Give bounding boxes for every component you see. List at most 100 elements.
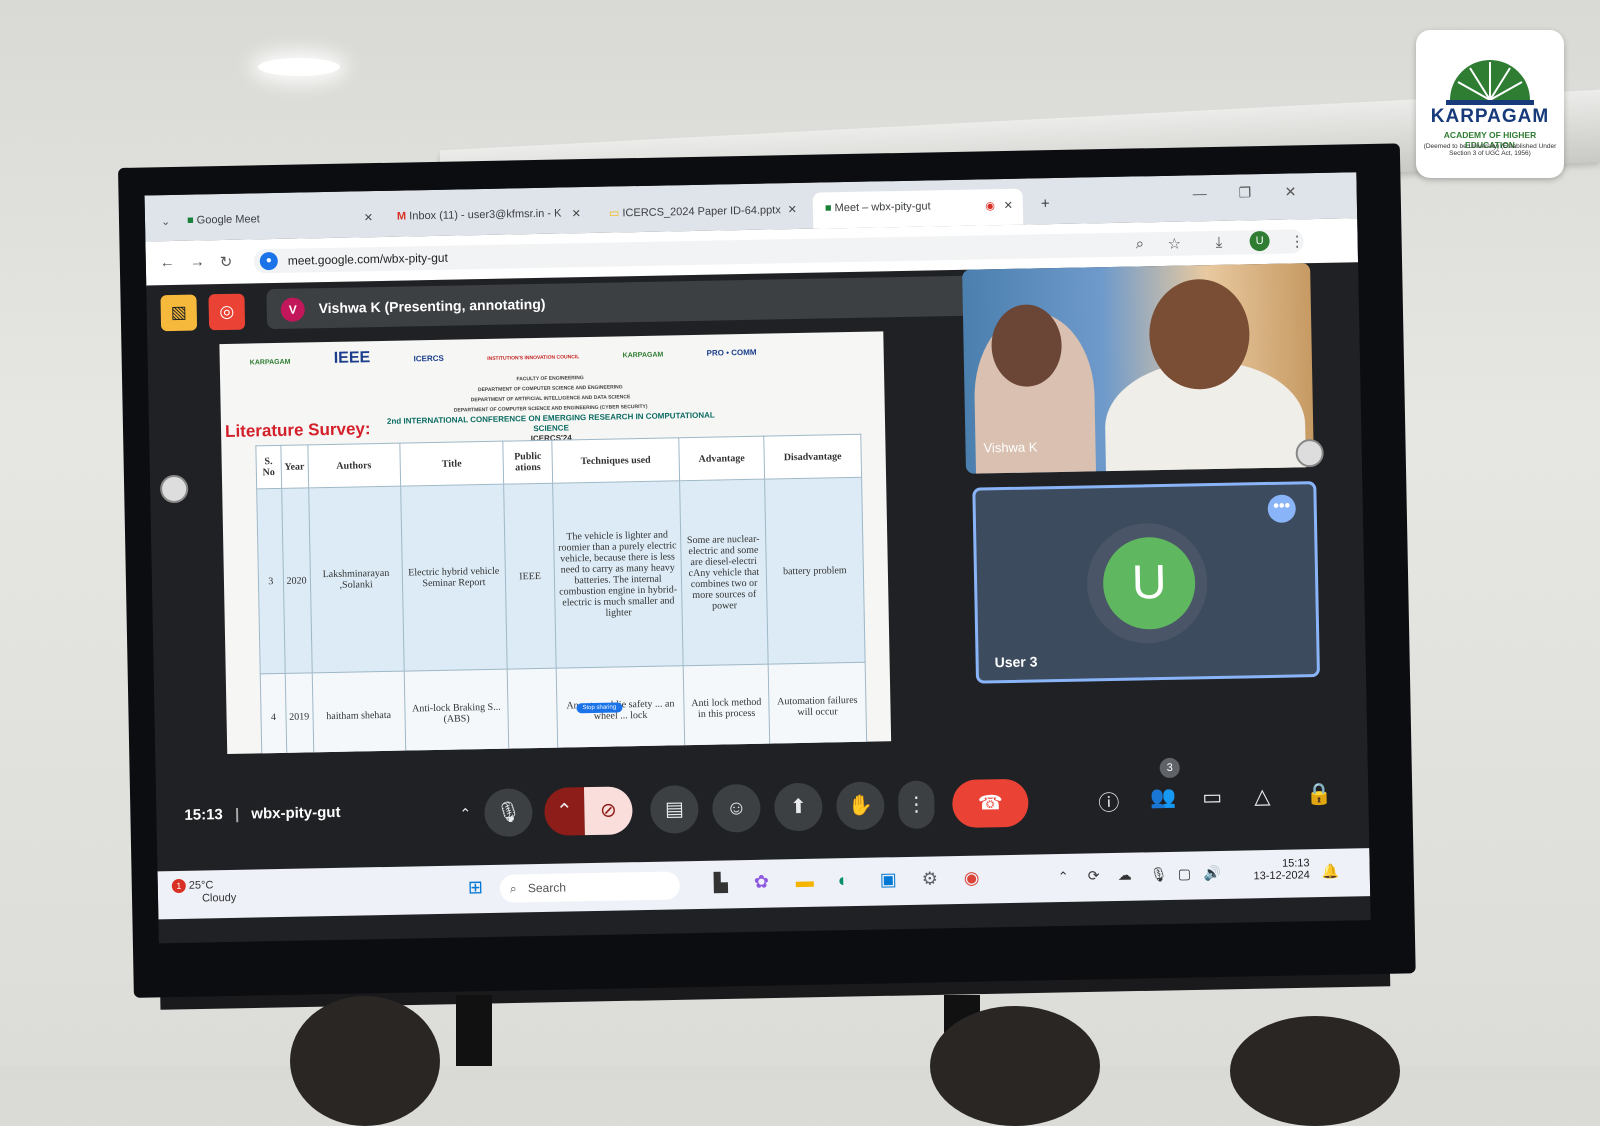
captions-icon: ▤ xyxy=(664,798,685,821)
table-header: Disadvantage xyxy=(763,434,862,480)
tab-meet-active[interactable]: ■ Meet – wbx-pity-gut ◉ ✕ xyxy=(812,188,1024,229)
table-cell: Electric hybrid vehicle Seminar Report xyxy=(400,484,508,672)
minimize-icon[interactable]: — xyxy=(1193,185,1207,201)
table-cell: IEEE xyxy=(503,483,557,670)
weather-widget[interactable]: 1 25°C Cloudy xyxy=(171,878,237,905)
participants-count-badge: 3 xyxy=(1159,757,1180,779)
more-options-icon[interactable]: ••• xyxy=(1267,494,1297,523)
activities-icon[interactable]: △ xyxy=(1254,784,1271,809)
literature-table: S. No Year Authors Title Public ations T… xyxy=(255,434,867,755)
close-tab-icon[interactable]: ✕ xyxy=(788,203,797,216)
raise-hand-button[interactable]: ✋ xyxy=(835,781,885,831)
restore-icon[interactable]: ❐ xyxy=(1239,184,1252,201)
forward-arrow-icon[interactable]: → xyxy=(190,253,205,270)
windows-start-icon[interactable]: ⊞ xyxy=(468,877,483,898)
close-tab-icon[interactable]: ✕ xyxy=(364,211,373,224)
people-icon[interactable]: 👥 xyxy=(1150,786,1177,810)
table-cell: Automation failures will occur xyxy=(768,662,867,752)
meet-icon: ■ xyxy=(186,214,194,227)
network-icon[interactable]: ▢ xyxy=(1178,866,1192,883)
tab-google-meet[interactable]: ■ Google Meet ✕ xyxy=(175,201,384,241)
leave-call-button[interactable]: ☎ xyxy=(951,778,1029,829)
weather-temp: 25°C xyxy=(188,879,214,892)
audience-head xyxy=(290,996,440,1126)
sync-icon[interactable]: ⟳ xyxy=(1088,867,1100,884)
slides-icon: ▭ xyxy=(608,207,620,220)
store-icon[interactable]: ▣ xyxy=(880,869,897,890)
download-icon[interactable]: ⤓ xyxy=(1215,234,1222,251)
file-explorer-icon[interactable]: ▬ xyxy=(796,871,814,892)
edge-icon[interactable]: ◐ xyxy=(838,870,849,891)
slide-logo: KARPAGAM xyxy=(622,351,664,360)
task-view-icon[interactable]: ▙ xyxy=(714,872,728,893)
windows-taskbar: 1 25°C Cloudy ⊞ ⌕ Search ▙ ✿ ▬ ◐ ▣ ⚙ ◉ ⌃… xyxy=(157,848,1371,920)
notification-bell-icon[interactable]: 🔔 xyxy=(1322,863,1340,880)
record-button[interactable]: ◎ xyxy=(208,293,246,331)
mic-in-use-icon[interactable]: ● xyxy=(259,251,278,271)
close-tab-icon[interactable]: ✕ xyxy=(572,207,581,220)
tab-inbox[interactable]: M Inbox (11) - user3@kfmsr.in - K ✕ xyxy=(385,197,592,237)
chat-icon[interactable]: ▭ xyxy=(1202,785,1222,810)
cloud-off-icon[interactable]: ☁ xyxy=(1118,867,1132,884)
slide-prev-handle[interactable] xyxy=(159,474,189,504)
camera-off-button[interactable]: ⊘ xyxy=(583,786,633,836)
table-header: Title xyxy=(399,441,504,487)
end-call-icon: ☎ xyxy=(977,792,1004,815)
slide-next-handle[interactable] xyxy=(1295,438,1324,468)
system-clock[interactable]: 15:13 13-12-2024 xyxy=(1247,857,1310,882)
participant-tile-user3[interactable]: U ••• User 3 xyxy=(972,481,1320,684)
annotate-toggle-icon[interactable]: ▧ xyxy=(160,294,198,332)
reload-icon[interactable]: ↻ xyxy=(220,253,233,271)
captions-button[interactable]: ▤ xyxy=(649,784,699,834)
weather-condition: Cloudy xyxy=(201,891,237,905)
microphone-icon: 🎙 xyxy=(495,801,522,824)
participant-name: User 3 xyxy=(994,653,1038,671)
video-options-chevron-icon[interactable]: ⌃ xyxy=(543,787,585,836)
slide-logo: ICERCS xyxy=(413,353,444,364)
ceiling-light xyxy=(258,58,340,76)
slide-logo: INSTITUTION'S INNOVATION COUNCIL xyxy=(487,354,580,362)
tab-search-chevron-icon[interactable]: ⌄ xyxy=(149,205,174,241)
slide-logo: PRO • COMM xyxy=(706,347,757,358)
taskbar-search[interactable]: ⌕ Search xyxy=(499,871,681,903)
more-vert-icon: ⋮ xyxy=(906,793,927,816)
copilot-icon[interactable]: ✿ xyxy=(754,872,769,893)
reactions-button[interactable]: ☺ xyxy=(711,783,761,833)
karpagam-logo: KARPAGAM ACADEMY OF HIGHER EDUCATION (De… xyxy=(1416,30,1564,178)
stop-sharing-button[interactable]: Stop sharing xyxy=(576,702,623,714)
table-header: Year xyxy=(280,444,309,489)
table-header: Advantage xyxy=(678,436,765,481)
back-arrow-icon[interactable]: ← xyxy=(160,254,175,271)
present-button[interactable]: ⬆ xyxy=(773,782,823,832)
mic-tray-icon[interactable]: 🎙 xyxy=(1150,866,1168,883)
zoom-icon[interactable]: ⌕ xyxy=(1135,235,1144,252)
tab-pptx[interactable]: ▭ ICERCS_2024 Paper ID-64.pptx ✕ xyxy=(597,193,808,233)
present-screen-icon: ⬆ xyxy=(789,795,807,819)
display-monitor: ⌄ ■ Google Meet ✕ M Inbox (11) - user3@k… xyxy=(118,143,1416,998)
tray-chevron-icon[interactable]: ⌃ xyxy=(1058,869,1069,885)
emoji-icon: ☺ xyxy=(725,797,747,820)
presenter-label: Vishwa K (Presenting, annotating) xyxy=(318,295,546,317)
audio-options-chevron-icon[interactable]: ⌃ xyxy=(452,789,479,837)
table-cell xyxy=(507,668,558,755)
hand-icon: ✋ xyxy=(847,794,874,818)
more-options-button[interactable]: ⋮ xyxy=(897,780,935,830)
microphone-button[interactable]: 🎙 xyxy=(483,788,533,838)
settings-gear-icon[interactable]: ⚙ xyxy=(922,868,939,889)
volume-icon[interactable]: 🔊 xyxy=(1204,865,1222,882)
table-cell: Lakshminarayan ,Solanki xyxy=(308,486,404,673)
bookmark-star-icon[interactable]: ☆ xyxy=(1167,235,1181,253)
url-text: meet.google.com/wbx-pity-gut xyxy=(287,250,448,268)
close-tab-icon[interactable]: ✕ xyxy=(1004,199,1013,212)
new-tab-button[interactable]: + xyxy=(1029,188,1060,225)
browser-menu-icon[interactable]: ⋮ xyxy=(1289,232,1304,250)
meeting-info: 15:13 | wbx-pity-gut xyxy=(184,803,341,824)
slide-logo: IEEE xyxy=(333,349,371,367)
chrome-icon[interactable]: ◉ xyxy=(964,868,980,889)
close-window-icon[interactable]: ✕ xyxy=(1285,183,1297,200)
search-icon: ⌕ xyxy=(509,881,517,896)
host-controls-lock-icon[interactable]: 🔒 xyxy=(1306,783,1333,807)
table-cell: haitham shehata xyxy=(311,671,406,755)
meeting-details-icon[interactable]: ⓘ xyxy=(1098,787,1120,817)
participant-tile-vishwa[interactable]: Vishwa K xyxy=(962,263,1314,474)
